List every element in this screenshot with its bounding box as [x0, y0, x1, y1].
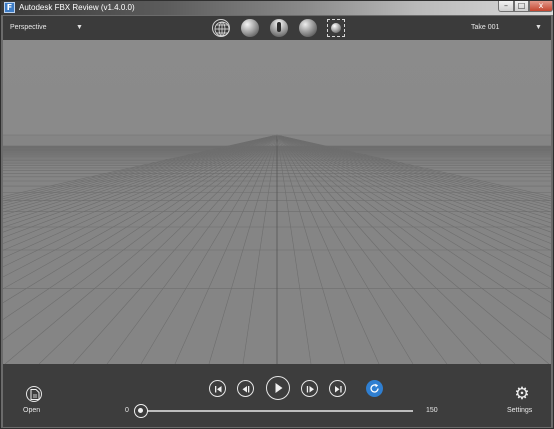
sphere-icon [331, 23, 341, 33]
range-end-label: 150 [426, 407, 438, 414]
timeline-slider[interactable] [141, 410, 413, 412]
top-toolbar: Perspective ▼ Take 001 ▼ [3, 16, 551, 40]
open-file-button[interactable] [26, 386, 42, 402]
close-button[interactable]: x [529, 1, 553, 12]
gear-icon[interactable]: ⚙ [513, 385, 531, 403]
take-dropdown-value: Take 001 [471, 24, 500, 31]
play-icon [275, 383, 283, 393]
document-icon [30, 389, 40, 400]
step-forward-icon [306, 386, 314, 393]
step-back-icon [242, 386, 250, 393]
wireframe-globe-icon[interactable] [212, 19, 230, 37]
ground-grid [3, 134, 551, 364]
camera-dropdown[interactable]: Perspective ▼ [10, 20, 85, 36]
go-to-start-button[interactable] [209, 380, 226, 397]
app-window: F Autodesk FBX Review (v1.4.0.0) – □ x P… [0, 0, 554, 429]
step-back-button[interactable] [237, 380, 254, 397]
maximize-button[interactable]: □ [514, 1, 529, 12]
take-dropdown[interactable]: Take 001 ▼ [471, 20, 545, 36]
shaded-sphere-icon[interactable] [241, 19, 259, 37]
light-bulb-sphere-icon[interactable] [270, 19, 288, 37]
title-bar[interactable]: F Autodesk FBX Review (v1.4.0.0) – □ x [1, 1, 553, 15]
minimize-button[interactable]: – [498, 1, 514, 12]
textured-sphere-icon[interactable] [299, 19, 317, 37]
camera-dropdown-value: Perspective [10, 24, 47, 31]
chevron-down-icon: ▼ [535, 24, 542, 31]
playback-panel: Open 0 150 ⚙ Settings [3, 364, 551, 427]
step-forward-button[interactable] [301, 380, 318, 397]
fbx-app-icon: F [4, 2, 15, 13]
go-to-end-button[interactable] [329, 380, 346, 397]
window-title: Autodesk FBX Review (v1.4.0.0) [19, 3, 135, 12]
3d-viewport[interactable] [3, 40, 551, 364]
light-bulb-icon [277, 22, 281, 32]
open-label: Open [23, 407, 41, 414]
skip-to-start-icon [215, 386, 222, 393]
frame-selection-icon[interactable] [327, 19, 345, 37]
timeline-thumb[interactable] [134, 404, 148, 418]
chevron-down-icon: ▼ [76, 24, 83, 31]
play-button[interactable] [266, 376, 290, 400]
skip-to-end-icon [335, 386, 342, 393]
settings-label: Settings [507, 407, 533, 414]
loop-toggle-button[interactable] [366, 380, 383, 397]
range-start-label: 0 [125, 407, 129, 414]
loop-icon [370, 383, 379, 393]
